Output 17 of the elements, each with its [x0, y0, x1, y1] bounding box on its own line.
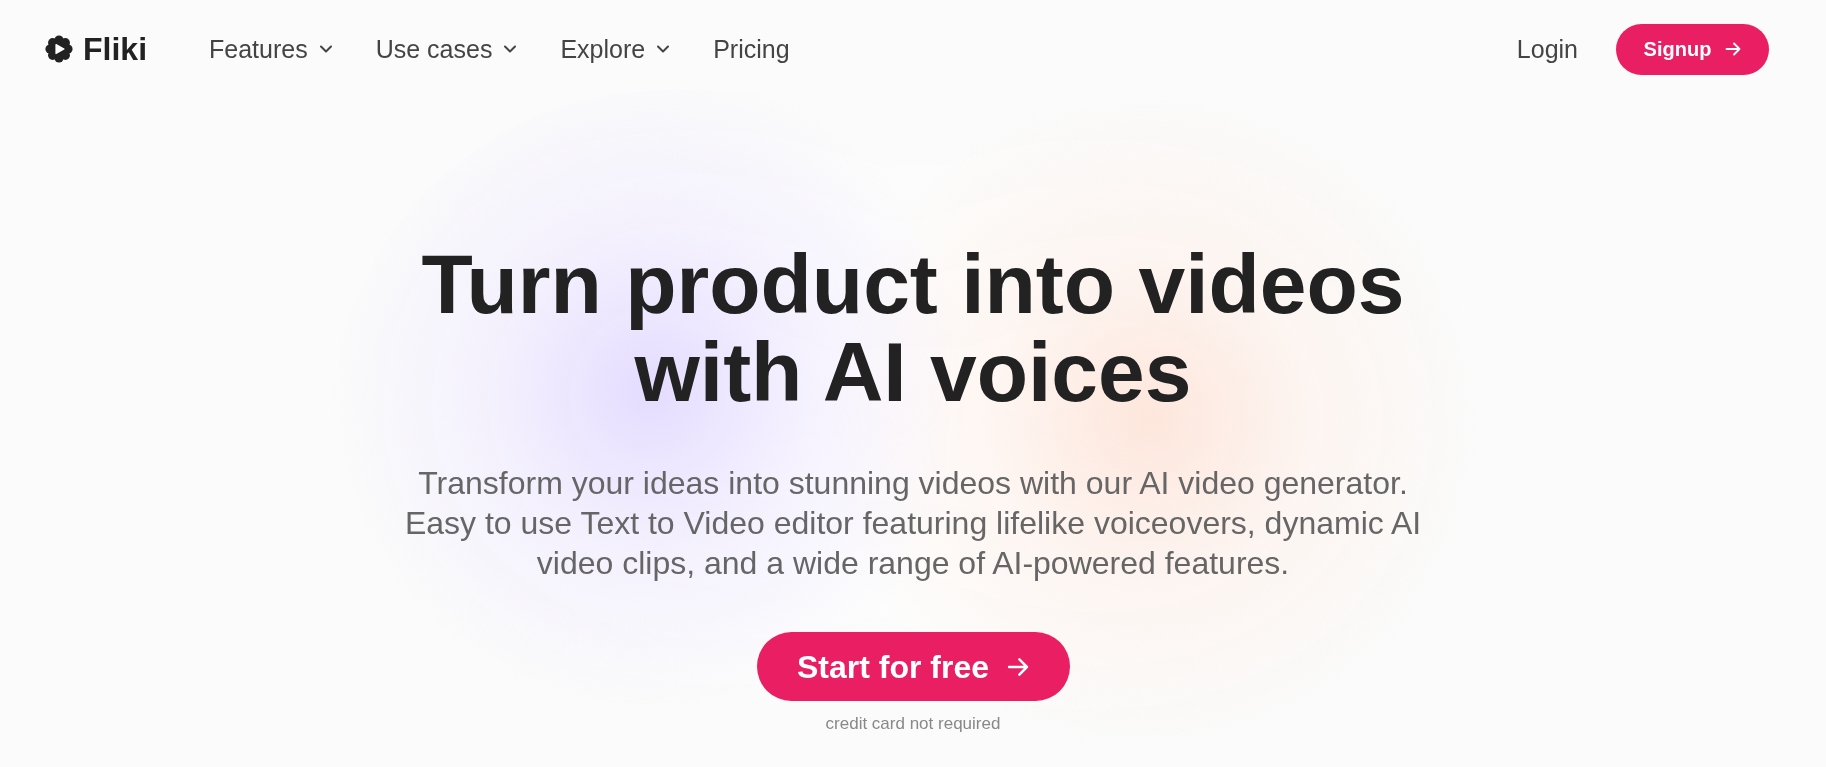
hero-subtitle: Transform your ideas into stunning videos with our AI video generator. Easy to use Text to Video editor featuring lifelike voiceovers, dynamic AI video clips, and a wide range of AI-powered features.	[403, 464, 1423, 583]
login-link[interactable]: Login	[1516, 36, 1578, 62]
credit-card-note: credit card not required	[825, 714, 1001, 734]
start-for-free-button[interactable]: Start for free	[756, 632, 1070, 701]
logo-icon	[45, 35, 73, 63]
signup-button[interactable]: Signup	[1616, 23, 1769, 75]
nav-menu-item[interactable]: Features	[209, 36, 332, 62]
nav-menu-item[interactable]: Explore	[560, 36, 670, 62]
arrow-right-icon	[1007, 655, 1029, 678]
hero-heading: Turn product into videos with AI voices	[420, 240, 1406, 416]
chevron-down-icon	[504, 45, 517, 53]
arrow-right-icon	[1725, 41, 1742, 57]
chevron-down-icon	[319, 45, 332, 53]
nav-menu-item[interactable]: Use cases	[375, 36, 517, 62]
logo-text[interactable]: Fliki	[83, 33, 147, 65]
chevron-down-icon	[657, 45, 670, 53]
nav-menu-item[interactable]: Pricing	[713, 36, 790, 62]
